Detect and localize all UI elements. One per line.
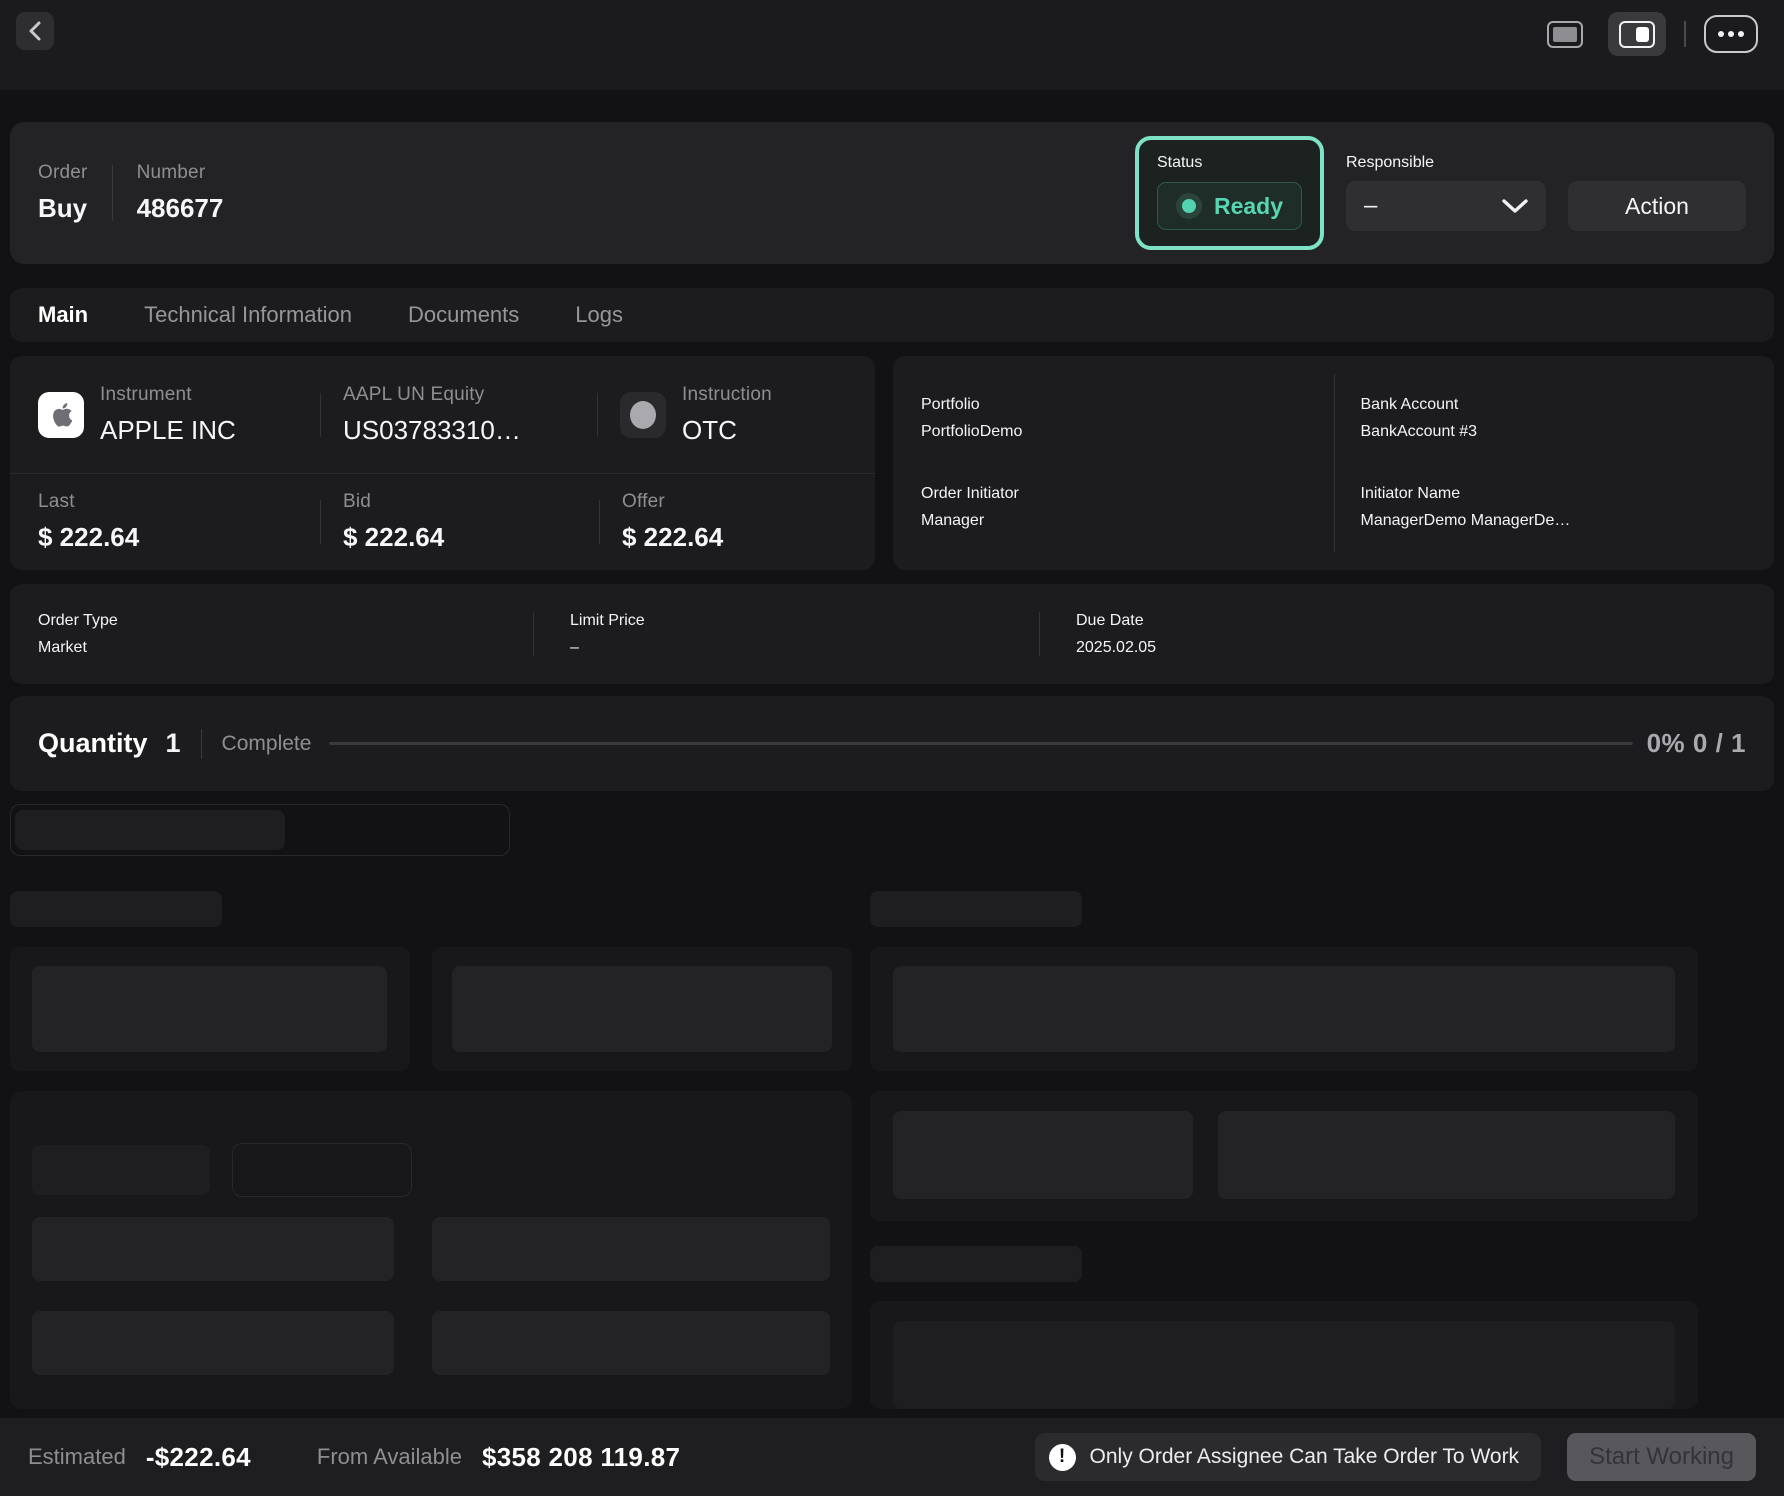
full-view-toggle-button[interactable]: [1536, 12, 1594, 56]
instrument-value: APPLE INC: [100, 415, 236, 446]
skeleton-card: [870, 947, 1698, 1071]
skeleton-pill: [15, 810, 285, 850]
skeleton-outline-box: [10, 804, 510, 856]
progress-bar: [329, 742, 1632, 745]
isin-value: US0378331005.U…: [343, 415, 523, 446]
bid-price-label: Bid: [343, 491, 444, 513]
status-label: Status: [1157, 154, 1302, 172]
instruction-label: Instruction: [682, 384, 772, 406]
responsible-label: Responsible: [1346, 154, 1546, 172]
bank-account-value: BankAccount #3: [1361, 423, 1478, 441]
order-initiator-label: Order Initiator: [921, 485, 1019, 503]
instruction-icon: [620, 392, 666, 438]
back-button[interactable]: [16, 12, 54, 50]
skeleton-card: [432, 947, 852, 1071]
initiator-name-label: Initiator Name: [1361, 485, 1571, 503]
alert-text: Only Order Assignee Can Take Order To Wo…: [1090, 1445, 1520, 1469]
quantity-divider: [201, 729, 202, 759]
tab-technical-information[interactable]: Technical Information: [144, 302, 352, 328]
status-value: Ready: [1214, 193, 1283, 220]
instrument-label: Instrument: [100, 384, 236, 406]
complete-label: Complete: [222, 732, 312, 756]
chevron-down-icon: [1502, 199, 1528, 214]
apple-logo-icon: [38, 392, 84, 438]
exclamation-icon: !: [1049, 1444, 1076, 1471]
tab-documents[interactable]: Documents: [408, 302, 519, 328]
status-highlight-box: Status Ready: [1135, 136, 1324, 250]
tab-bar: Main Technical Information Documents Log…: [10, 288, 1774, 342]
skeleton-card: [10, 1091, 852, 1409]
bottom-bar: Estimated -$222.64 From Available $358 2…: [0, 1418, 1784, 1496]
estimated-value: -$222.64: [146, 1442, 251, 1473]
assignee-alert: ! Only Order Assignee Can Take Order To …: [1035, 1433, 1542, 1481]
full-view-icon: [1547, 21, 1583, 48]
tab-logs[interactable]: Logs: [575, 302, 623, 328]
limit-price-value: –: [570, 639, 1039, 657]
skeleton-label: [10, 891, 222, 927]
bid-price-value: $ 222.64: [343, 522, 444, 553]
limit-price-label: Limit Price: [570, 612, 1039, 630]
offer-price-value: $ 222.64: [622, 522, 723, 553]
top-toolbar: [0, 0, 1784, 90]
offer-price-label: Offer: [622, 491, 723, 513]
order-header-card: Order Buy Number 486677 Status Ready Res…: [10, 122, 1774, 264]
skeleton-label: [870, 1246, 1082, 1282]
skeleton-card: [870, 1301, 1698, 1409]
initiator-name-value: ManagerDemo ManagerDe…: [1361, 512, 1571, 530]
skeleton-label: [870, 891, 1082, 927]
due-date-value: 2025.02.05: [1076, 639, 1156, 657]
from-available-value: $358 208 119.87: [482, 1442, 680, 1473]
responsible-field: Responsible –: [1346, 136, 1546, 231]
responsible-value: –: [1364, 192, 1377, 220]
loading-skeleton-area: [10, 791, 1774, 1409]
order-type-value: Market: [38, 639, 533, 657]
header-divider: [112, 165, 113, 221]
number-label: Number: [137, 162, 224, 184]
portfolio-card: Portfolio PortfolioDemo Bank Account Ban…: [893, 356, 1774, 570]
last-price-value: $ 222.64: [38, 522, 139, 553]
skeleton-card: [10, 947, 410, 1071]
order-side-value: Buy: [38, 193, 88, 224]
order-initiator-value: Manager: [921, 512, 1019, 530]
order-side-field: Order Buy: [38, 162, 88, 224]
order-label: Order: [38, 162, 88, 184]
order-number-field: Number 486677: [137, 162, 224, 224]
instrument-card: Instrument APPLE INC AAPL UN Equity US03…: [10, 356, 875, 570]
progress-text: 0% 0 / 1: [1647, 728, 1746, 759]
portfolio-value: PortfolioDemo: [921, 423, 1022, 441]
action-button[interactable]: Action: [1568, 181, 1746, 231]
portfolio-label: Portfolio: [921, 396, 1022, 414]
instruction-value: OTC: [682, 415, 772, 446]
start-working-button[interactable]: Start Working: [1567, 1433, 1756, 1481]
chevron-left-icon: [27, 20, 43, 42]
order-details-card: Order Type Market Limit Price – Due Date…: [10, 584, 1774, 684]
skeleton-card: [870, 1091, 1698, 1221]
bank-account-label: Bank Account: [1361, 396, 1478, 414]
status-dot-icon: [1176, 193, 1202, 219]
estimated-label: Estimated: [28, 1444, 126, 1470]
status-badge[interactable]: Ready: [1157, 182, 1302, 230]
more-options-button[interactable]: [1704, 15, 1758, 53]
quantity-value: 1: [166, 728, 181, 759]
from-available-label: From Available: [317, 1444, 462, 1470]
order-type-label: Order Type: [38, 612, 533, 630]
responsible-dropdown[interactable]: –: [1346, 181, 1546, 231]
toolbar-divider: [1684, 21, 1686, 47]
tab-main[interactable]: Main: [38, 302, 88, 328]
split-view-toggle-button[interactable]: [1608, 12, 1666, 56]
quantity-card: Quantity 1 Complete 0% 0 / 1: [10, 696, 1774, 791]
last-price-label: Last: [38, 491, 139, 513]
isin-label: AAPL UN Equity: [343, 384, 523, 406]
quantity-title: Quantity: [38, 728, 148, 759]
order-number-value: 486677: [137, 193, 224, 224]
ellipsis-icon: [1718, 31, 1724, 37]
due-date-label: Due Date: [1076, 612, 1156, 630]
split-view-icon: [1619, 21, 1655, 48]
